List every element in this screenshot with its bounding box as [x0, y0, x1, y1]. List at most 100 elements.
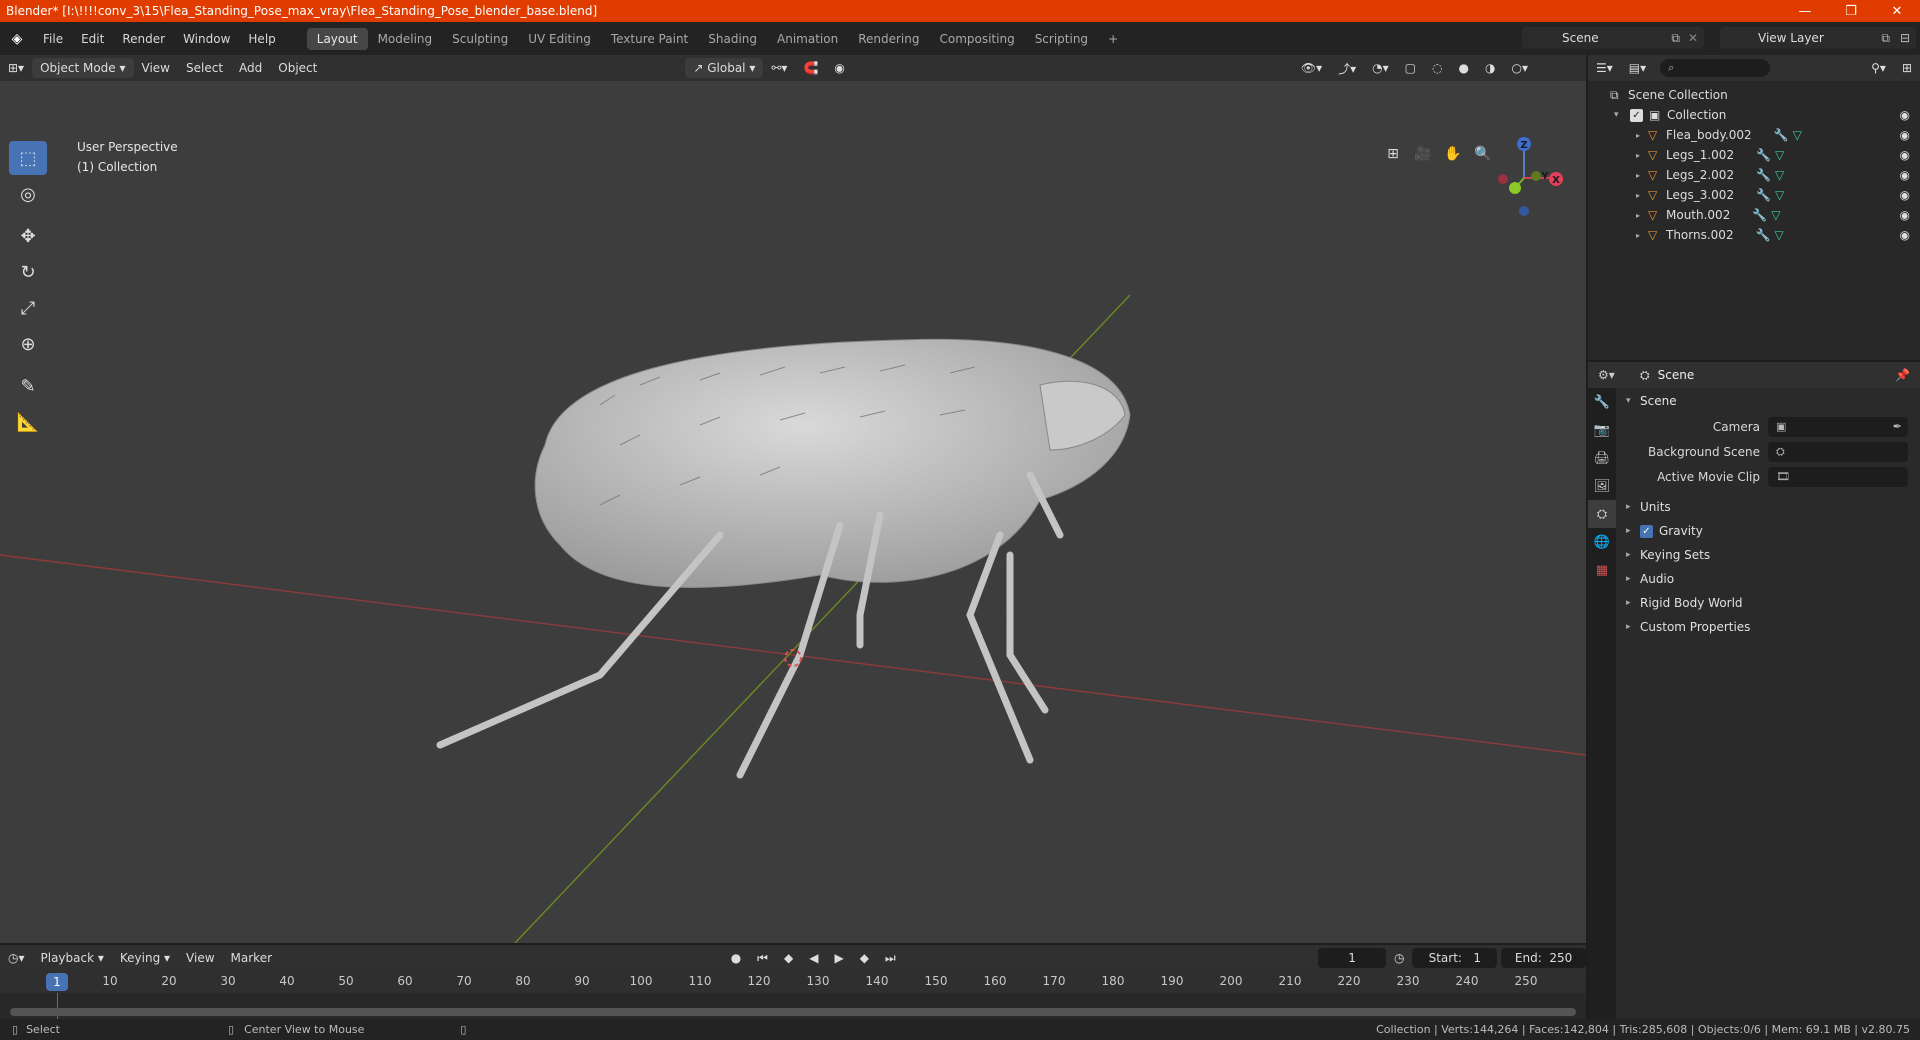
editor-type-icon[interactable]: ⊞▾ [0, 58, 32, 78]
filter-icon[interactable]: ⚲▾ [1863, 58, 1894, 78]
menu-file[interactable]: File [34, 28, 72, 50]
visibility-icon[interactable]: 👁▾ [1293, 58, 1330, 78]
maximize-button[interactable]: ❐ [1828, 0, 1874, 22]
add-workspace-icon[interactable]: + [1098, 28, 1128, 50]
object-menu[interactable]: Object [270, 58, 325, 78]
jump-start-icon[interactable]: ⏮ [749, 948, 776, 968]
proportional-editing-icon[interactable]: ◉ [826, 58, 852, 78]
keying-sets-panel[interactable]: ▸ Keying Sets [1618, 543, 1920, 567]
output-tab-icon[interactable]: 🖨 [1588, 444, 1616, 472]
visibility-eye-icon[interactable]: ◉ [1900, 188, 1910, 202]
pivot-point-icon[interactable]: ⚯▾ [763, 58, 795, 78]
measure-tool-icon[interactable]: 📐 [9, 405, 47, 439]
prev-keyframe-icon[interactable]: ◆ [776, 948, 801, 968]
menu-help[interactable]: Help [239, 28, 284, 50]
outliner-object-row[interactable]: ▸ ▽ Flea_body.002 🔧 ▽ ◉ [1588, 125, 1920, 145]
move-tool-icon[interactable]: ✥ [9, 219, 47, 253]
menu-render[interactable]: Render [113, 28, 174, 50]
camera-view-icon[interactable]: 🎥 [1410, 141, 1436, 167]
rotate-tool-icon[interactable]: ↻ [9, 255, 47, 289]
scene-tab-icon[interactable]: ⛭ [1588, 500, 1616, 528]
snap-icon[interactable]: 🧲 [795, 58, 826, 78]
menu-window[interactable]: Window [174, 28, 239, 50]
timeline-body[interactable]: 10 20 30 40 50 60 70 80 90 100 110 120 1… [0, 971, 1586, 1019]
tab-rendering[interactable]: Rendering [848, 28, 929, 50]
select-box-tool-icon[interactable]: ⬚ [9, 141, 47, 175]
tab-modeling[interactable]: Modeling [368, 28, 443, 50]
shading-material-icon[interactable]: ◑ [1477, 58, 1503, 78]
grid-view-icon[interactable]: ⊞ [1380, 141, 1406, 167]
preview-range-icon[interactable]: ◷ [1386, 948, 1412, 968]
visibility-eye-icon[interactable]: ◉ [1900, 108, 1910, 122]
shading-solid-icon[interactable]: ● [1451, 58, 1477, 78]
properties-editor-type-icon[interactable]: ⚙▾ [1598, 368, 1615, 382]
keying-menu[interactable]: Keying ▾ [112, 948, 178, 968]
tool-tab-icon[interactable]: 🔧 [1588, 388, 1616, 416]
scene-selector[interactable]: Scene ⧉ ✕ [1522, 27, 1704, 49]
annotate-tool-icon[interactable]: ✎ [9, 369, 47, 403]
zoom-icon[interactable]: 🔍 [1470, 141, 1496, 167]
visibility-eye-icon[interactable]: ◉ [1900, 228, 1910, 242]
transform-tool-icon[interactable]: ⊕ [9, 327, 47, 361]
texture-tab-icon[interactable]: ▦ [1588, 556, 1616, 584]
current-frame-field[interactable]: 1 [1318, 948, 1386, 968]
minimize-button[interactable]: — [1782, 0, 1828, 22]
jump-end-icon[interactable]: ⏭ [877, 948, 904, 968]
blender-logo-icon[interactable]: ◈ [0, 31, 34, 47]
tab-animation[interactable]: Animation [767, 28, 848, 50]
select-menu[interactable]: Select [178, 58, 231, 78]
play-reverse-icon[interactable]: ◀ [801, 948, 826, 968]
outliner-collection[interactable]: ▾ ✓ ▣ Collection ◉ [1588, 105, 1920, 125]
visibility-eye-icon[interactable]: ◉ [1900, 208, 1910, 222]
custom-properties-panel[interactable]: ▸ Custom Properties [1618, 615, 1920, 639]
visibility-eye-icon[interactable]: ◉ [1900, 148, 1910, 162]
tab-compositing[interactable]: Compositing [929, 28, 1024, 50]
close-button[interactable]: ✕ [1874, 0, 1920, 22]
tab-scripting[interactable]: Scripting [1025, 28, 1098, 50]
gravity-checkbox[interactable]: ✓ [1640, 524, 1653, 538]
outliner-object-row[interactable]: ▸ ▽ Legs_1.002 🔧 ▽ ◉ [1588, 145, 1920, 165]
pin-icon[interactable]: 📌 [1895, 368, 1910, 382]
pan-hand-icon[interactable]: ✋ [1440, 141, 1466, 167]
view-menu[interactable]: View [134, 58, 178, 78]
add-menu[interactable]: Add [231, 58, 270, 78]
timeline-ruler[interactable]: 10 20 30 40 50 60 70 80 90 100 110 120 1… [0, 971, 1586, 993]
new-collection-icon[interactable]: ⊞ [1894, 58, 1920, 78]
timeline-editor-type-icon[interactable]: ◷▾ [0, 948, 33, 968]
scene-remove-icon[interactable]: ✕ [1688, 31, 1698, 45]
tab-sculpting[interactable]: Sculpting [442, 28, 518, 50]
rigid-body-world-panel[interactable]: ▸ Rigid Body World [1618, 591, 1920, 615]
outliner-object-row[interactable]: ▸ ▽ Legs_3.002 🔧 ▽ ◉ [1588, 185, 1920, 205]
outliner-editor-type-icon[interactable]: ☰▾ [1588, 58, 1621, 78]
scene-new-icon[interactable]: ⧉ [1671, 31, 1680, 46]
shading-wireframe-icon[interactable]: ◌ [1424, 58, 1450, 78]
background-scene-field[interactable]: ⛭ [1768, 441, 1908, 462]
cursor-tool-icon[interactable]: ◎ [9, 177, 47, 211]
timeline-scrollbar[interactable] [10, 1008, 1576, 1016]
render-tab-icon[interactable]: 📷 [1588, 416, 1616, 444]
shading-rendered-icon[interactable]: ○▾ [1503, 58, 1536, 78]
visibility-eye-icon[interactable]: ◉ [1900, 128, 1910, 142]
visibility-eye-icon[interactable]: ◉ [1900, 168, 1910, 182]
3d-viewport[interactable]: Z X Y User Perspective (1) Collection ⬚ … [0, 55, 1586, 943]
playhead[interactable]: 1 [46, 973, 68, 991]
view-layer-remove-icon[interactable]: ⊟ [1900, 31, 1910, 45]
outliner-object-row[interactable]: ▸ ▽ Thorns.002 🔧 ▽ ◉ [1588, 225, 1920, 245]
active-movie-clip-field[interactable]: 🎞 [1768, 466, 1908, 487]
collection-checkbox[interactable]: ✓ [1630, 108, 1643, 122]
view-layer-new-icon[interactable]: ⧉ [1881, 31, 1890, 46]
camera-field[interactable]: ▣ ✒ [1768, 416, 1908, 437]
mode-dropdown[interactable]: Object Mode ▾ [32, 58, 134, 78]
tab-uv-editing[interactable]: UV Editing [518, 28, 601, 50]
audio-panel[interactable]: ▸ Audio [1618, 567, 1920, 591]
scale-tool-icon[interactable]: ⤢ [9, 291, 47, 325]
outliner-object-row[interactable]: ▸ ▽ Mouth.002 🔧 ▽ ◉ [1588, 205, 1920, 225]
tab-shading[interactable]: Shading [698, 28, 767, 50]
outliner-scene-collection[interactable]: ⧉ Scene Collection [1588, 85, 1920, 105]
gizmo-toggle-icon[interactable]: ⤴▾ [1330, 58, 1364, 78]
end-frame-field[interactable]: End: 250 [1501, 948, 1586, 968]
outliner-object-row[interactable]: ▸ ▽ Legs_2.002 🔧 ▽ ◉ [1588, 165, 1920, 185]
units-panel[interactable]: ▸ Units [1618, 495, 1920, 519]
next-keyframe-icon[interactable]: ◆ [852, 948, 877, 968]
xray-icon[interactable]: ▢ [1397, 58, 1424, 78]
